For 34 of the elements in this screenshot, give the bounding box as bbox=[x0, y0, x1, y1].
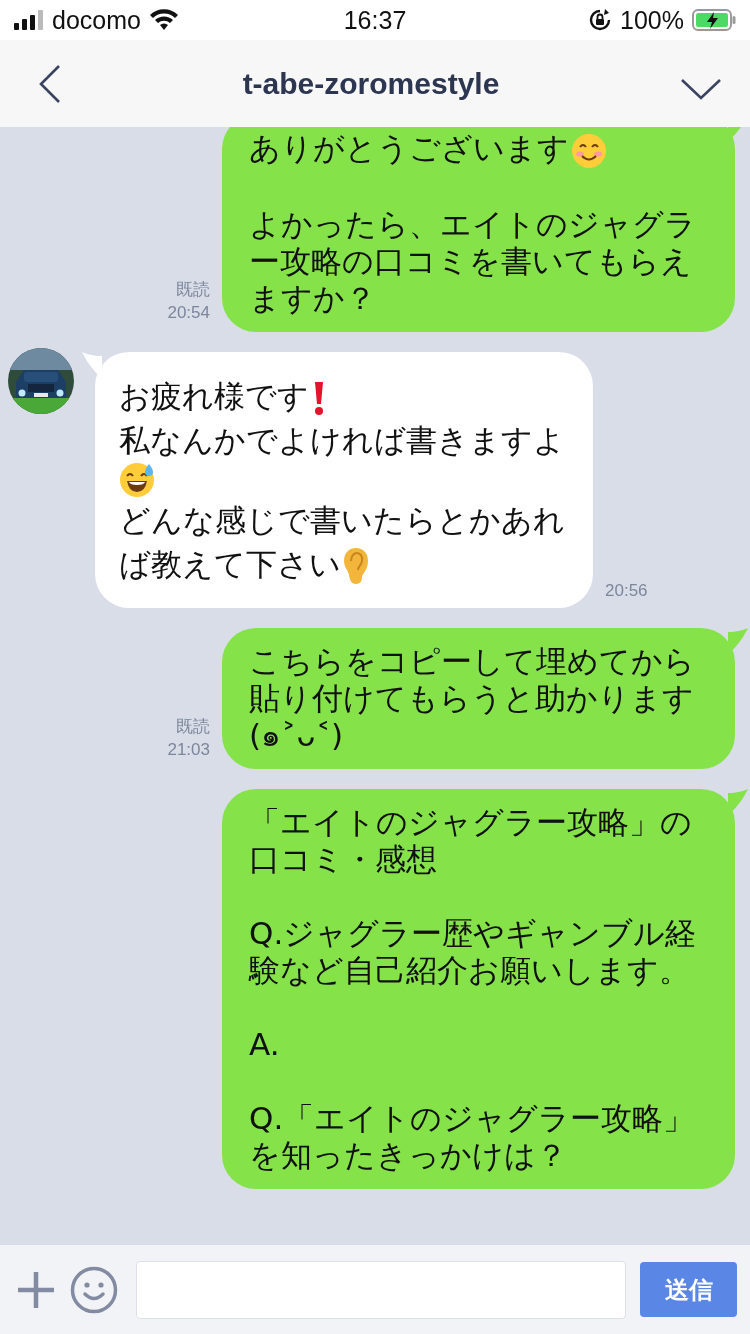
plus-icon[interactable] bbox=[16, 1269, 56, 1310]
chat-title: t-abe-zoromestyle bbox=[242, 66, 500, 101]
message-time: 21:03 bbox=[167, 738, 210, 761]
message-time: 20:54 bbox=[167, 301, 210, 324]
read-receipt: 既読 bbox=[176, 278, 210, 301]
chevron-down-icon[interactable] bbox=[680, 76, 722, 101]
message-text: よかったら、エイトのジャグラー攻略の口コミを書いてもらえますか？ bbox=[249, 205, 696, 316]
message-text: 私なんかでよければ書きますよ bbox=[119, 421, 565, 458]
message-text: Q.「エイトのジャグラー攻略」を知ったきっかけは？ bbox=[249, 1099, 695, 1173]
message-text: (๑˃ᴗ˂) bbox=[249, 716, 344, 753]
message-time: 20:56 bbox=[605, 579, 648, 602]
message-text: 「エイトのジャグラー攻略」の口コミ・感想 bbox=[249, 803, 692, 877]
wifi-icon bbox=[148, 9, 179, 31]
smiling-face-icon bbox=[571, 132, 607, 169]
message-text: お疲れ様です bbox=[119, 377, 309, 414]
message-text: どんな感じで書いたらとかあれ bbox=[119, 501, 565, 538]
carrier-name: docomo bbox=[52, 5, 141, 35]
status-time: 16:37 bbox=[343, 5, 407, 35]
message-text: こちらをコピーして埋めてから貼り付けてもらうと助かります bbox=[249, 642, 695, 716]
sweat-smile-icon bbox=[119, 461, 155, 498]
battery-icon bbox=[692, 9, 736, 31]
send-button[interactable]: 送信 bbox=[640, 1262, 737, 1317]
back-icon[interactable] bbox=[38, 63, 62, 104]
rotation-lock-icon bbox=[588, 8, 613, 32]
message-text: ありがとうございます bbox=[249, 130, 569, 166]
read-receipt: 既読 bbox=[176, 715, 210, 738]
message-input[interactable] bbox=[136, 1260, 626, 1319]
ear-icon bbox=[343, 547, 369, 585]
emoji-icon[interactable] bbox=[70, 1265, 118, 1314]
message-text: Q.ジャグラー歴やギャンブル経験など自己紹介お願いします。 bbox=[249, 914, 697, 988]
message-text: ば教えて下さい bbox=[119, 545, 341, 582]
battery-percent: 100% bbox=[620, 5, 684, 35]
message-text: A. bbox=[249, 1025, 280, 1062]
signal-icon bbox=[14, 10, 44, 30]
